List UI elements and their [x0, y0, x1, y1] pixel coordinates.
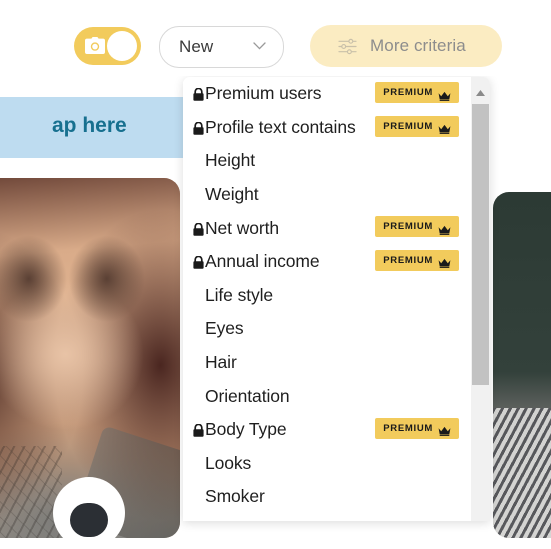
criteria-item-label: Hair [205, 352, 237, 373]
lock-icon [193, 87, 204, 101]
action-icon [70, 503, 108, 537]
crown-icon [438, 88, 451, 101]
dropdown-scrollbar[interactable] [471, 77, 490, 521]
toggle-knob [107, 31, 137, 61]
lock-icon [193, 222, 204, 236]
criteria-item-label: Eyes [205, 318, 244, 339]
camera-icon [85, 37, 105, 54]
premium-badge-label: PREMIUM [383, 120, 433, 132]
criteria-item-label: Smoker [205, 486, 265, 507]
premium-badge[interactable]: PREMIUM [375, 115, 459, 137]
criteria-item-label: Body Type [205, 419, 287, 440]
criteria-item-smoker[interactable]: Smoker [183, 480, 471, 514]
premium-badge-label: PREMIUM [383, 87, 433, 98]
criteria-item-looks[interactable]: Looks [183, 446, 471, 481]
lock-icon [193, 423, 204, 437]
criteria-item-label: Life style [205, 284, 274, 305]
scroll-up-arrow-icon[interactable] [471, 85, 490, 101]
criteria-item-orientation[interactable]: Orientation [183, 379, 471, 413]
crown-icon [438, 255, 451, 269]
more-criteria-label: More criteria [370, 36, 466, 55]
crown-icon [438, 222, 451, 235]
criteria-item-net-worth[interactable]: Net worth PREMIUM [183, 211, 471, 245]
criteria-item-label: Weight [205, 184, 259, 205]
premium-badge[interactable]: PREMIUM [375, 216, 459, 238]
crown-icon [438, 121, 451, 134]
striped-fabric-detail [493, 408, 551, 538]
criteria-item-hair[interactable]: Hair [183, 345, 471, 380]
sort-select[interactable]: New [159, 26, 284, 68]
criteria-item-label: Height [205, 150, 255, 171]
criteria-item-label: Annual income [205, 251, 320, 272]
sort-select-value: New [179, 37, 214, 56]
premium-badge-label: PREMIUM [383, 422, 433, 434]
criteria-item-label: Net worth [205, 217, 279, 238]
crown-icon [438, 423, 451, 437]
sliders-icon [338, 38, 357, 55]
criteria-item-label: Orientation [205, 385, 290, 406]
criteria-item-weight[interactable]: Weight [183, 177, 471, 212]
criteria-item-body-type[interactable]: Body Type PREMIUM [183, 412, 471, 447]
premium-badge[interactable]: PREMIUM [375, 417, 459, 439]
criteria-item-life-style[interactable]: Life style [183, 278, 471, 313]
premium-badge[interactable]: PREMIUM [375, 82, 459, 103]
like-action-button[interactable] [53, 477, 125, 549]
banner-text: ap here [52, 114, 127, 137]
criteria-item-profile-text-contains[interactable]: Profile text contains PREMIUM [183, 110, 471, 145]
criteria-item-label: Premium users [205, 83, 322, 104]
more-criteria-button[interactable]: More criteria [310, 25, 502, 67]
premium-badge-label: PREMIUM [383, 254, 433, 266]
criteria-item-label: Profile text contains [205, 116, 356, 137]
lock-icon [193, 121, 204, 135]
criteria-item-label: Looks [205, 452, 252, 473]
profile-photo-card-next[interactable] [493, 192, 551, 538]
criteria-list: Premium users PREMIUM Profile text contain… [183, 77, 471, 521]
criteria-dropdown-panel: Premium users PREMIUM Profile text contain… [183, 77, 490, 521]
premium-badge[interactable]: PREMIUM [375, 249, 459, 271]
lock-icon [193, 255, 204, 269]
photo-mode-toggle[interactable] [74, 27, 141, 65]
tap-here-banner[interactable]: ap here [0, 97, 190, 158]
criteria-item-eyes[interactable]: Eyes [183, 312, 471, 346]
chevron-down-icon [253, 42, 266, 50]
scrollbar-thumb[interactable] [472, 104, 489, 385]
criteria-item-premium-users[interactable]: Premium users PREMIUM [183, 77, 471, 111]
tattoo-detail [0, 446, 62, 538]
criteria-item-annual-income[interactable]: Annual income PREMIUM [183, 244, 471, 279]
criteria-item-height[interactable]: Height [183, 144, 471, 178]
search-toolbar: New More criteria [0, 0, 551, 76]
premium-badge-label: PREMIUM [383, 221, 433, 233]
